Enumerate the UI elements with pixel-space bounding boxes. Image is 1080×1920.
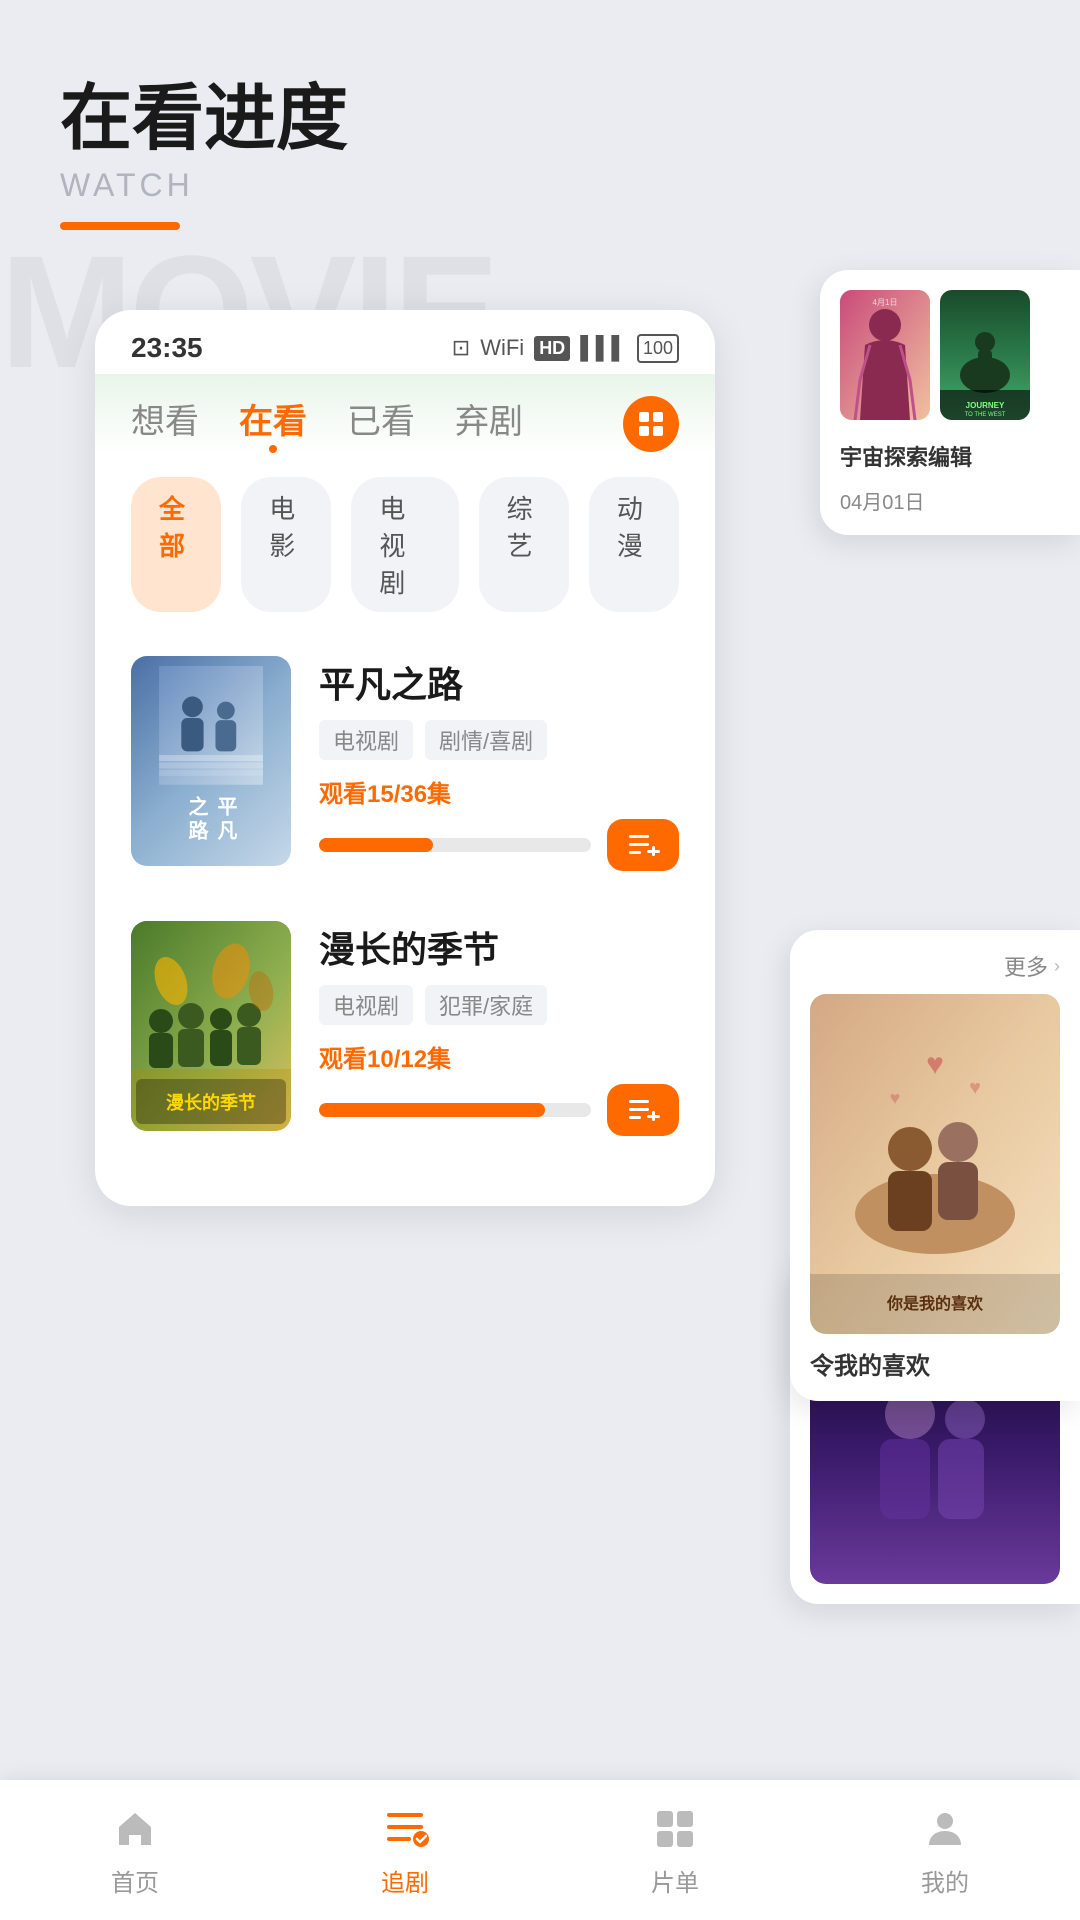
page-title-en: WATCH (60, 167, 1020, 204)
filter-movie[interactable]: 电影 (241, 477, 331, 612)
poster-title-pingfan: 平凡之路 (182, 785, 240, 856)
battery-icon: 100 (637, 334, 679, 363)
progress-bar-fill-2 (319, 1103, 545, 1117)
show-poster-manlang: 漫长的季节 (131, 921, 291, 1131)
tab-want-watch[interactable]: 想看 (131, 394, 199, 453)
filter-all[interactable]: 全部 (131, 477, 221, 612)
nav-label-track: 追剧 (381, 1863, 429, 1898)
show-tags-manlang: 电视剧 犯罪/家庭 (319, 985, 679, 1025)
list-plus-icon-2 (625, 1092, 661, 1128)
more-badge-mid: 更多 › (810, 950, 1060, 982)
page-header: 在看进度 WATCH (0, 0, 1080, 260)
progress-label-manlang: 观看10/12集 (319, 1039, 679, 1074)
show-title-manlang: 漫长的季节 (319, 921, 679, 973)
side-card-mid-label: 令我的喜欢 (810, 1346, 1060, 1381)
home-icon (109, 1803, 161, 1855)
more-label-mid: 更多 (1004, 950, 1048, 982)
show-info-pingfan: 平凡之路 电视剧 剧情/喜剧 观看15/36集 (319, 656, 679, 871)
show-item-manlang[interactable]: 漫长的季节 漫长的季节 电视剧 犯罪/家庭 观看10/12集 (95, 901, 715, 1166)
svg-text:你是我的喜欢: 你是我的喜欢 (886, 1294, 984, 1313)
page-title-zh: 在看进度 (60, 80, 1020, 159)
status-bar: 23:35 ⊡ WiFi HD ▌▌▌ 100 (95, 310, 715, 374)
progress-row-manlang (319, 1084, 679, 1136)
filter-tv[interactable]: 电视剧 (351, 477, 458, 612)
status-time: 23:35 (131, 332, 203, 364)
tabs-row: 想看 在看 已看 弃剧 (95, 374, 715, 453)
svg-text:4月1日: 4月1日 (873, 298, 898, 307)
show-item-pingfan[interactable]: 平凡之路 平凡之路 电视剧 剧情/喜剧 观看15/36集 (95, 636, 715, 901)
side-poster-a-art: 4月1日 (840, 290, 930, 420)
progress-label-pingfan: 观看15/36集 (319, 774, 679, 809)
nav-item-mine[interactable]: 我的 (919, 1803, 971, 1898)
show-poster-pingfan: 平凡之路 (131, 656, 291, 866)
progress-bar-fill-1 (319, 838, 433, 852)
title-underline (60, 222, 180, 230)
list-icon (649, 1803, 701, 1855)
side-card-movie-date: 04月01日 (840, 486, 1060, 515)
progress-bar-bg-1 (319, 838, 591, 852)
side-poster-a: 4月1日 (840, 290, 930, 420)
svg-text:JOURNEY: JOURNEY (966, 401, 1005, 410)
progress-row-pingfan (319, 819, 679, 871)
romance-poster-art: ♥ ♥ ♥ 你是我的喜欢 (810, 994, 1060, 1334)
tab-watching[interactable]: 在看 (239, 394, 307, 453)
bottom-nav: 首页 追剧 片单 (0, 1780, 1080, 1920)
side-poster-romance: ♥ ♥ ♥ 你是我的喜欢 (810, 994, 1060, 1334)
filter-row: 全部 电影 电视剧 综艺 动漫 (95, 453, 715, 636)
mine-icon (919, 1803, 971, 1855)
svg-text:♥: ♥ (969, 1077, 981, 1099)
tag-genre-1: 剧情/喜剧 (425, 720, 547, 760)
battery-level: 100 (643, 338, 673, 359)
filter-anime[interactable]: 动漫 (589, 477, 679, 612)
status-icons: ⊡ WiFi HD ▌▌▌ 100 (452, 334, 679, 363)
track-icon (379, 1803, 431, 1855)
wifi-icon: WiFi (480, 335, 524, 361)
list-plus-icon (625, 827, 661, 863)
svg-text:TO THE WEST: TO THE WEST (965, 412, 1006, 418)
side-card-movie-title: 宇宙探索编辑 (840, 440, 1060, 472)
nav-label-mine: 我的 (921, 1863, 969, 1898)
tab-dropped[interactable]: 弃剧 (455, 394, 523, 453)
poster-pingfan-art (141, 666, 281, 785)
add-episode-button-1[interactable] (607, 819, 679, 871)
side-poster-b-art: JOURNEY TO THE WEST (940, 290, 1030, 420)
tab-menu-button[interactable] (623, 396, 679, 452)
signal-icon: ▌▌▌ (580, 335, 627, 361)
filter-variety[interactable]: 综艺 (479, 477, 569, 612)
tag-type-1: 电视剧 (319, 720, 413, 760)
nav-item-track[interactable]: 追剧 (379, 1803, 431, 1898)
progress-bar-bg-2 (319, 1103, 591, 1117)
nav-item-list[interactable]: 片单 (649, 1803, 701, 1898)
nfc-icon: ⊡ (452, 335, 470, 361)
tag-genre-2: 犯罪/家庭 (425, 985, 547, 1025)
hd-icon: HD (534, 336, 570, 361)
main-card: 23:35 ⊡ WiFi HD ▌▌▌ 100 想看 在看 已看 弃剧 全部 电 (95, 310, 715, 1206)
poster-manlang-art: 漫长的季节 (131, 921, 291, 1131)
svg-text:♥: ♥ (926, 1048, 944, 1081)
side-poster-b: JOURNEY TO THE WEST (940, 290, 1030, 420)
show-tags-pingfan: 电视剧 剧情/喜剧 (319, 720, 679, 760)
nav-label-home: 首页 (111, 1863, 159, 1898)
show-title-pingfan: 平凡之路 (319, 656, 679, 708)
chevron-right-icon-mid: › (1054, 956, 1060, 977)
tab-watched[interactable]: 已看 (347, 394, 415, 453)
side-card-top: 4月1日 (820, 270, 1080, 535)
add-episode-button-2[interactable] (607, 1084, 679, 1136)
nav-item-home[interactable]: 首页 (109, 1803, 161, 1898)
nav-label-list: 片单 (651, 1863, 699, 1898)
show-info-manlang: 漫长的季节 电视剧 犯罪/家庭 观看10/12集 (319, 921, 679, 1136)
svg-text:♥: ♥ (890, 1088, 901, 1108)
svg-text:漫长的季节: 漫长的季节 (166, 1092, 256, 1113)
grid-icon (637, 410, 665, 438)
tag-type-2: 电视剧 (319, 985, 413, 1025)
side-card-mid: 更多 › ♥ ♥ ♥ 你 (790, 930, 1080, 1401)
